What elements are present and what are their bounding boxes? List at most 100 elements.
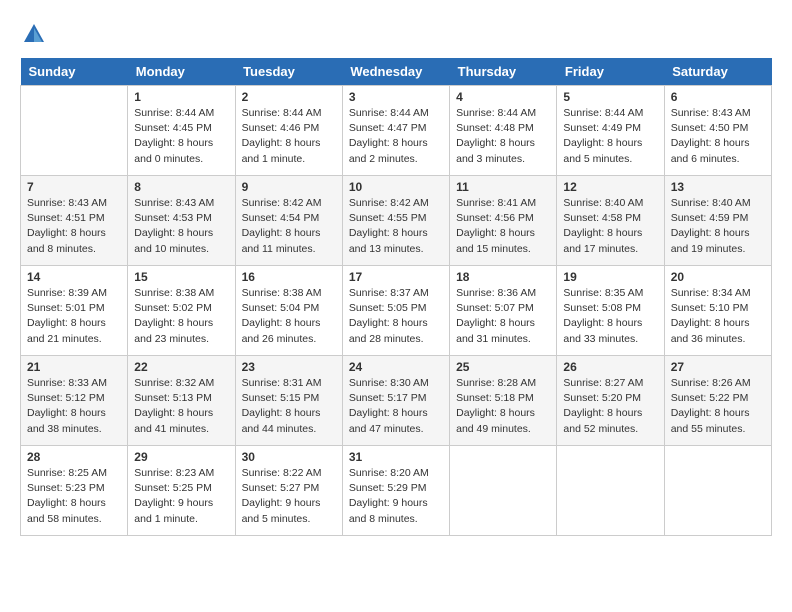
sunset-text: Sunset: 5:10 PM — [671, 301, 765, 316]
calendar-cell: 29 Sunrise: 8:23 AM Sunset: 5:25 PM Dayl… — [128, 446, 235, 536]
calendar-cell — [664, 446, 771, 536]
day-info: Sunrise: 8:23 AM Sunset: 5:25 PM Dayligh… — [134, 466, 228, 527]
weekday-header-wednesday: Wednesday — [342, 58, 449, 86]
calendar-cell: 23 Sunrise: 8:31 AM Sunset: 5:15 PM Dayl… — [235, 356, 342, 446]
day-number: 25 — [456, 360, 550, 374]
day-info: Sunrise: 8:31 AM Sunset: 5:15 PM Dayligh… — [242, 376, 336, 437]
weekday-header-thursday: Thursday — [450, 58, 557, 86]
calendar-cell: 9 Sunrise: 8:42 AM Sunset: 4:54 PM Dayli… — [235, 176, 342, 266]
sunrise-text: Sunrise: 8:28 AM — [456, 376, 550, 391]
calendar-cell: 27 Sunrise: 8:26 AM Sunset: 5:22 PM Dayl… — [664, 356, 771, 446]
day-info: Sunrise: 8:41 AM Sunset: 4:56 PM Dayligh… — [456, 196, 550, 257]
calendar-cell — [450, 446, 557, 536]
day-info: Sunrise: 8:22 AM Sunset: 5:27 PM Dayligh… — [242, 466, 336, 527]
day-info: Sunrise: 8:30 AM Sunset: 5:17 PM Dayligh… — [349, 376, 443, 437]
sunset-text: Sunset: 5:15 PM — [242, 391, 336, 406]
daylight-text: Daylight: 8 hours and 44 minutes. — [242, 406, 336, 436]
daylight-text: Daylight: 8 hours and 21 minutes. — [27, 316, 121, 346]
day-info: Sunrise: 8:38 AM Sunset: 5:02 PM Dayligh… — [134, 286, 228, 347]
sunrise-text: Sunrise: 8:23 AM — [134, 466, 228, 481]
sunrise-text: Sunrise: 8:44 AM — [134, 106, 228, 121]
calendar-cell: 15 Sunrise: 8:38 AM Sunset: 5:02 PM Dayl… — [128, 266, 235, 356]
daylight-text: Daylight: 8 hours and 47 minutes. — [349, 406, 443, 436]
calendar-cell — [557, 446, 664, 536]
day-number: 4 — [456, 90, 550, 104]
day-info: Sunrise: 8:44 AM Sunset: 4:46 PM Dayligh… — [242, 106, 336, 167]
sunrise-text: Sunrise: 8:38 AM — [242, 286, 336, 301]
sunrise-text: Sunrise: 8:42 AM — [349, 196, 443, 211]
calendar-cell: 4 Sunrise: 8:44 AM Sunset: 4:48 PM Dayli… — [450, 86, 557, 176]
sunset-text: Sunset: 5:17 PM — [349, 391, 443, 406]
day-number: 24 — [349, 360, 443, 374]
sunset-text: Sunset: 5:12 PM — [27, 391, 121, 406]
calendar-cell: 12 Sunrise: 8:40 AM Sunset: 4:58 PM Dayl… — [557, 176, 664, 266]
calendar-cell: 26 Sunrise: 8:27 AM Sunset: 5:20 PM Dayl… — [557, 356, 664, 446]
day-number: 2 — [242, 90, 336, 104]
day-number: 6 — [671, 90, 765, 104]
calendar-cell: 16 Sunrise: 8:38 AM Sunset: 5:04 PM Dayl… — [235, 266, 342, 356]
daylight-text: Daylight: 8 hours and 17 minutes. — [563, 226, 657, 256]
calendar-cell: 28 Sunrise: 8:25 AM Sunset: 5:23 PM Dayl… — [21, 446, 128, 536]
daylight-text: Daylight: 8 hours and 19 minutes. — [671, 226, 765, 256]
sunrise-text: Sunrise: 8:34 AM — [671, 286, 765, 301]
calendar-cell: 18 Sunrise: 8:36 AM Sunset: 5:07 PM Dayl… — [450, 266, 557, 356]
day-info: Sunrise: 8:42 AM Sunset: 4:54 PM Dayligh… — [242, 196, 336, 257]
calendar-cell: 1 Sunrise: 8:44 AM Sunset: 4:45 PM Dayli… — [128, 86, 235, 176]
sunset-text: Sunset: 5:08 PM — [563, 301, 657, 316]
day-info: Sunrise: 8:43 AM Sunset: 4:50 PM Dayligh… — [671, 106, 765, 167]
day-info: Sunrise: 8:40 AM Sunset: 4:59 PM Dayligh… — [671, 196, 765, 257]
day-info: Sunrise: 8:28 AM Sunset: 5:18 PM Dayligh… — [456, 376, 550, 437]
sunrise-text: Sunrise: 8:25 AM — [27, 466, 121, 481]
calendar-table: SundayMondayTuesdayWednesdayThursdayFrid… — [20, 58, 772, 536]
week-row-4: 21 Sunrise: 8:33 AM Sunset: 5:12 PM Dayl… — [21, 356, 772, 446]
day-info: Sunrise: 8:37 AM Sunset: 5:05 PM Dayligh… — [349, 286, 443, 347]
sunset-text: Sunset: 5:07 PM — [456, 301, 550, 316]
daylight-text: Daylight: 8 hours and 6 minutes. — [671, 136, 765, 166]
calendar-cell: 11 Sunrise: 8:41 AM Sunset: 4:56 PM Dayl… — [450, 176, 557, 266]
calendar-cell: 10 Sunrise: 8:42 AM Sunset: 4:55 PM Dayl… — [342, 176, 449, 266]
daylight-text: Daylight: 8 hours and 13 minutes. — [349, 226, 443, 256]
sunrise-text: Sunrise: 8:38 AM — [134, 286, 228, 301]
day-number: 13 — [671, 180, 765, 194]
sunrise-text: Sunrise: 8:20 AM — [349, 466, 443, 481]
sunrise-text: Sunrise: 8:33 AM — [27, 376, 121, 391]
calendar-cell: 30 Sunrise: 8:22 AM Sunset: 5:27 PM Dayl… — [235, 446, 342, 536]
day-number: 21 — [27, 360, 121, 374]
day-number: 28 — [27, 450, 121, 464]
sunrise-text: Sunrise: 8:43 AM — [671, 106, 765, 121]
calendar-cell: 3 Sunrise: 8:44 AM Sunset: 4:47 PM Dayli… — [342, 86, 449, 176]
sunset-text: Sunset: 5:23 PM — [27, 481, 121, 496]
sunset-text: Sunset: 5:18 PM — [456, 391, 550, 406]
sunset-text: Sunset: 4:50 PM — [671, 121, 765, 136]
weekday-header-saturday: Saturday — [664, 58, 771, 86]
day-number: 1 — [134, 90, 228, 104]
day-number: 26 — [563, 360, 657, 374]
logo — [20, 20, 52, 48]
day-number: 10 — [349, 180, 443, 194]
sunset-text: Sunset: 5:25 PM — [134, 481, 228, 496]
sunrise-text: Sunrise: 8:44 AM — [242, 106, 336, 121]
sunrise-text: Sunrise: 8:32 AM — [134, 376, 228, 391]
week-row-1: 1 Sunrise: 8:44 AM Sunset: 4:45 PM Dayli… — [21, 86, 772, 176]
day-number: 11 — [456, 180, 550, 194]
calendar-cell: 24 Sunrise: 8:30 AM Sunset: 5:17 PM Dayl… — [342, 356, 449, 446]
day-info: Sunrise: 8:35 AM Sunset: 5:08 PM Dayligh… — [563, 286, 657, 347]
weekday-header-sunday: Sunday — [21, 58, 128, 86]
calendar-cell: 22 Sunrise: 8:32 AM Sunset: 5:13 PM Dayl… — [128, 356, 235, 446]
calendar-cell: 20 Sunrise: 8:34 AM Sunset: 5:10 PM Dayl… — [664, 266, 771, 356]
page-header — [20, 20, 772, 48]
sunset-text: Sunset: 4:49 PM — [563, 121, 657, 136]
sunset-text: Sunset: 4:45 PM — [134, 121, 228, 136]
day-number: 29 — [134, 450, 228, 464]
sunrise-text: Sunrise: 8:26 AM — [671, 376, 765, 391]
sunset-text: Sunset: 4:53 PM — [134, 211, 228, 226]
daylight-text: Daylight: 8 hours and 11 minutes. — [242, 226, 336, 256]
sunset-text: Sunset: 4:48 PM — [456, 121, 550, 136]
daylight-text: Daylight: 8 hours and 28 minutes. — [349, 316, 443, 346]
sunrise-text: Sunrise: 8:22 AM — [242, 466, 336, 481]
sunrise-text: Sunrise: 8:39 AM — [27, 286, 121, 301]
day-number: 31 — [349, 450, 443, 464]
daylight-text: Daylight: 8 hours and 8 minutes. — [27, 226, 121, 256]
day-info: Sunrise: 8:25 AM Sunset: 5:23 PM Dayligh… — [27, 466, 121, 527]
weekday-header-monday: Monday — [128, 58, 235, 86]
